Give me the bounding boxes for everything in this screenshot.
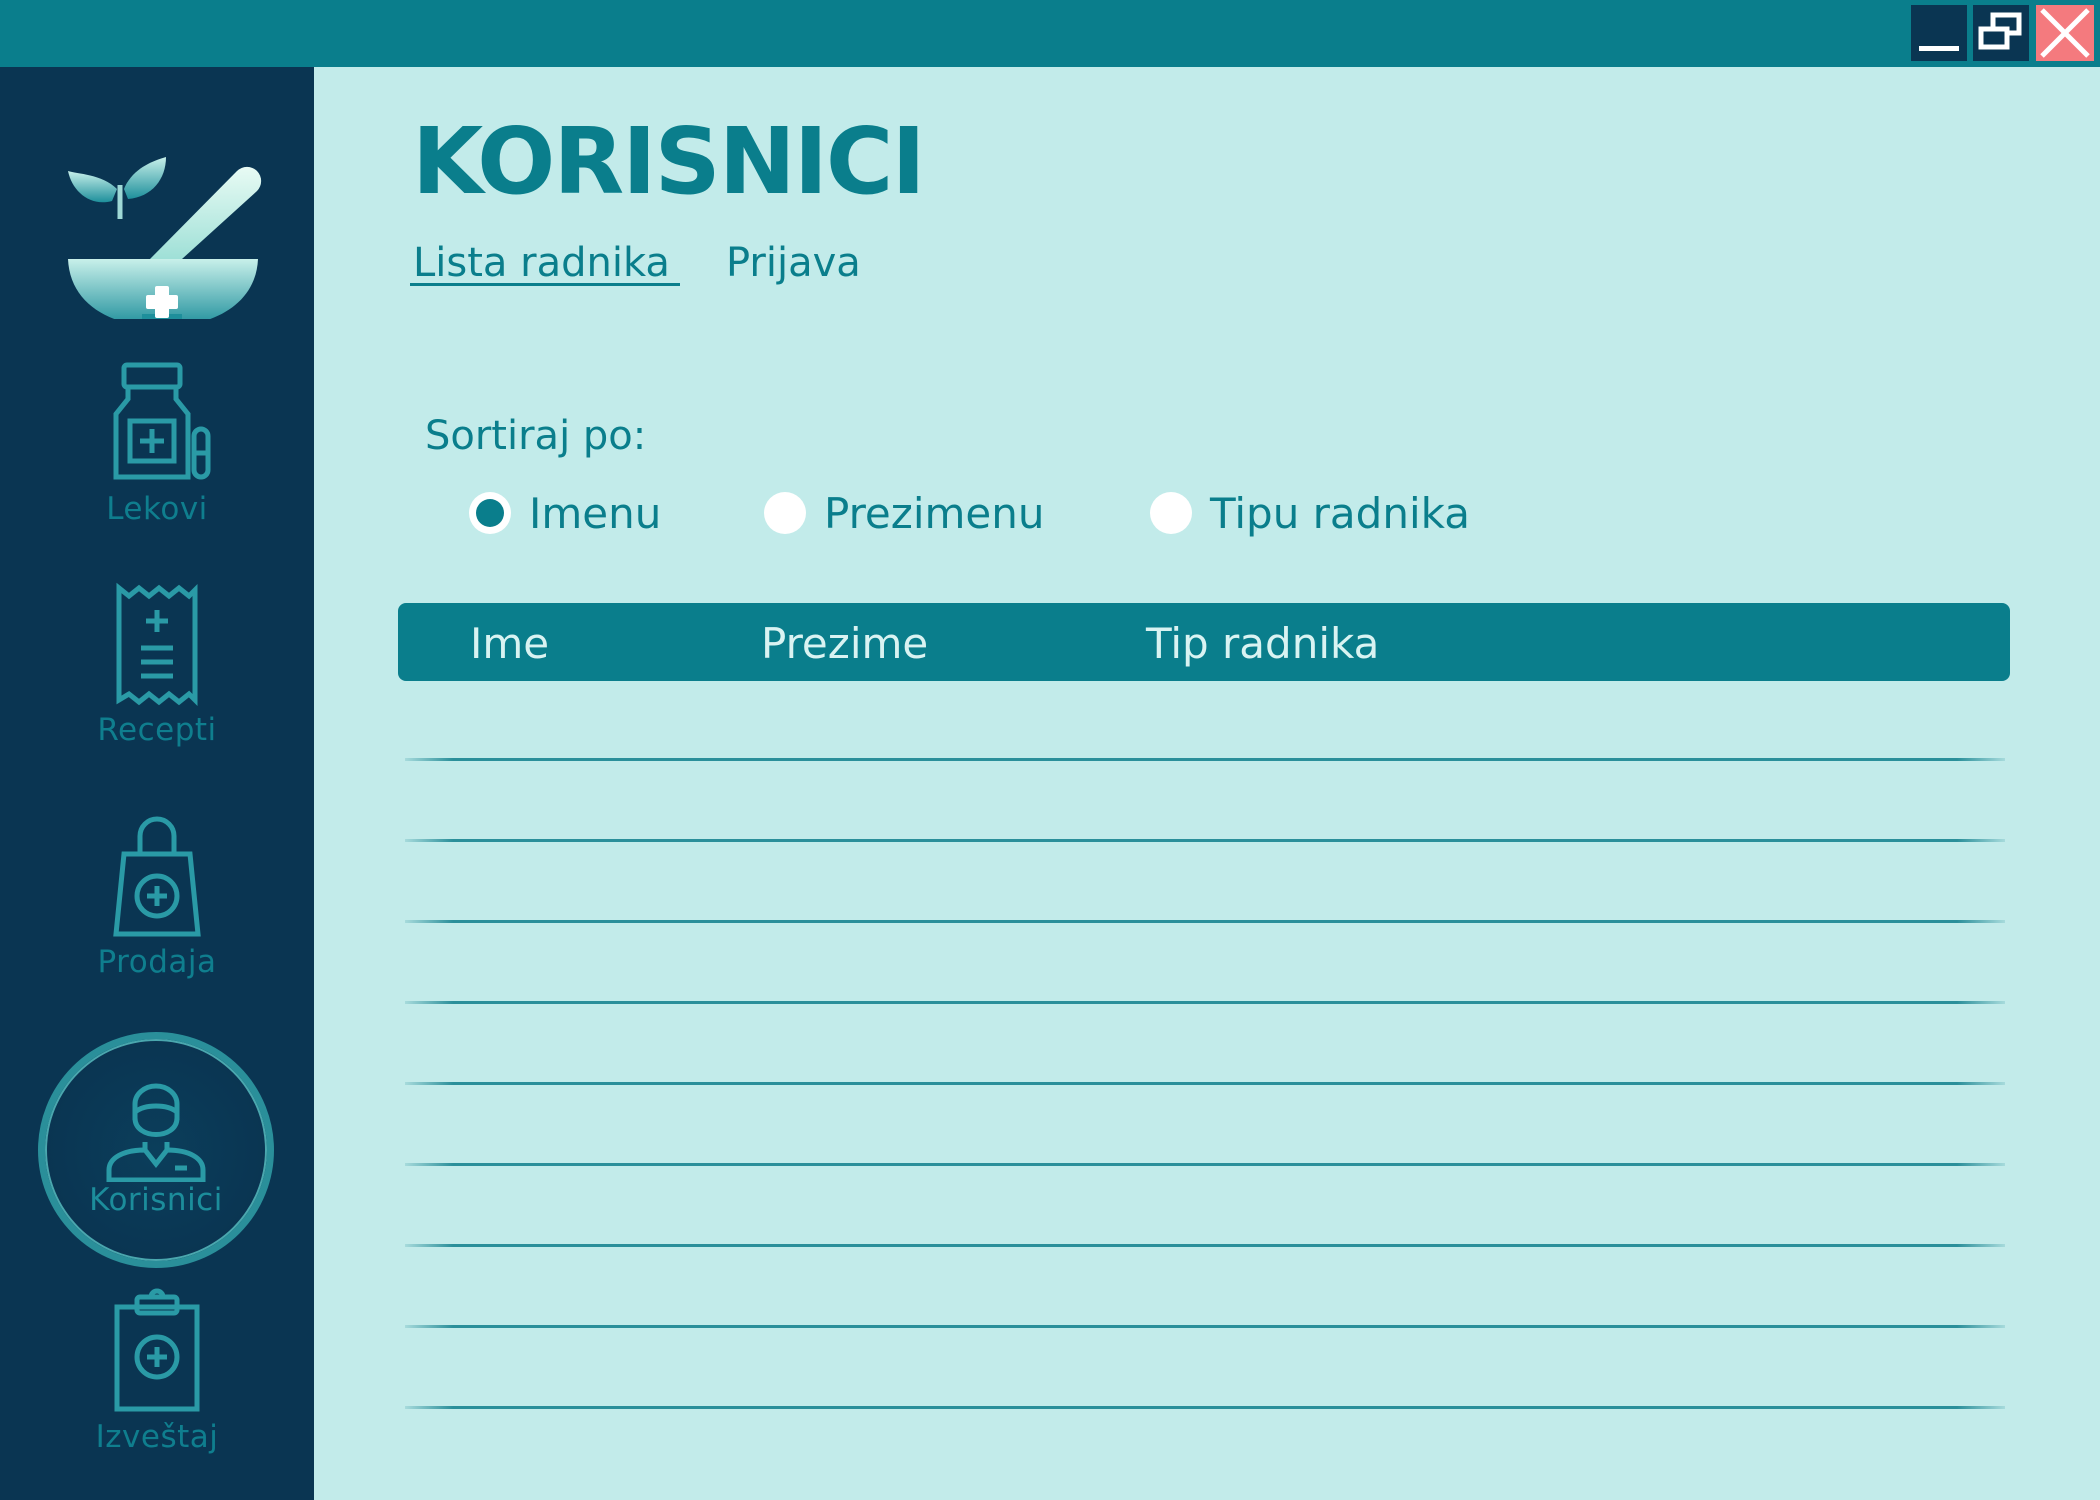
close-button[interactable] — [2036, 5, 2094, 61]
radio-button[interactable] — [764, 492, 806, 534]
sort-option-prezimenu[interactable]: Prezimenu — [764, 488, 1044, 538]
table-row[interactable] — [405, 1082, 2005, 1085]
page-title: KORISNICI — [412, 108, 926, 215]
close-icon — [2040, 8, 2090, 58]
table-row[interactable] — [405, 1001, 2005, 1004]
sidebar-item-prodaja[interactable]: Prodaja — [40, 812, 274, 1012]
radio-selected-dot — [476, 499, 504, 527]
medicine-bottle-icon — [113, 362, 211, 480]
table-row[interactable] — [405, 839, 2005, 842]
sidebar-item-korisnici[interactable]: Korisnici — [38, 1032, 274, 1268]
radio-button[interactable] — [1150, 492, 1192, 534]
sidebar-item-label: Izveštaj — [95, 1419, 219, 1455]
mortar-pestle-icon — [68, 157, 262, 319]
restore-button[interactable] — [1973, 5, 2029, 61]
table-row[interactable] — [405, 758, 2005, 761]
title-bar — [0, 0, 2100, 67]
column-header-prezime[interactable]: Prezime — [761, 619, 928, 668]
radio-label: Prezimenu — [824, 488, 1045, 538]
table-row[interactable] — [405, 1406, 2005, 1409]
sort-option-imenu[interactable]: Imenu — [469, 488, 661, 538]
table-row[interactable] — [405, 1325, 2005, 1328]
column-header-ime[interactable]: Ime — [470, 619, 549, 668]
sidebar-item-label: Korisnici — [89, 1182, 223, 1218]
column-header-tip-radnika[interactable]: Tip radnika — [1146, 619, 1379, 668]
sidebar-item-recepti[interactable]: Recepti — [40, 580, 274, 780]
radio-button[interactable] — [469, 492, 511, 534]
sidebar-item-izvestaj[interactable]: Izveštaj — [40, 1287, 274, 1487]
table-header: Ime Prezime Tip radnika — [398, 603, 2010, 681]
table-row[interactable] — [405, 920, 2005, 923]
minimize-icon — [1919, 46, 1959, 51]
sidebar-item-label: Recepti — [97, 712, 217, 748]
shopping-bag-icon — [113, 816, 201, 937]
sort-label: Sortiraj po: — [425, 413, 647, 459]
radio-label: Imenu — [529, 488, 662, 538]
sidebar-item-label: Lekovi — [106, 491, 208, 527]
user-icon — [106, 1083, 206, 1182]
active-tab-underline — [410, 283, 680, 286]
restore-icon — [1978, 12, 2022, 50]
table-row[interactable] — [405, 1163, 2005, 1166]
minimize-button[interactable] — [1911, 5, 1967, 61]
tab-lista-radnika[interactable]: Lista radnika — [413, 240, 670, 286]
sort-option-tipu-radnika[interactable]: Tipu radnika — [1150, 488, 1470, 538]
sidebar-item-label: Prodaja — [97, 944, 217, 980]
table-row[interactable] — [405, 1244, 2005, 1247]
clipboard-icon — [114, 1288, 200, 1412]
tab-prijava[interactable]: Prijava — [726, 240, 861, 286]
sidebar-item-lekovi[interactable]: Lekovi — [40, 359, 274, 559]
sidebar: Lekovi Recepti Prodaja Korisnici Izvešta… — [0, 67, 314, 1500]
radio-label: Tipu radnika — [1210, 488, 1470, 538]
receipt-icon — [116, 582, 198, 707]
